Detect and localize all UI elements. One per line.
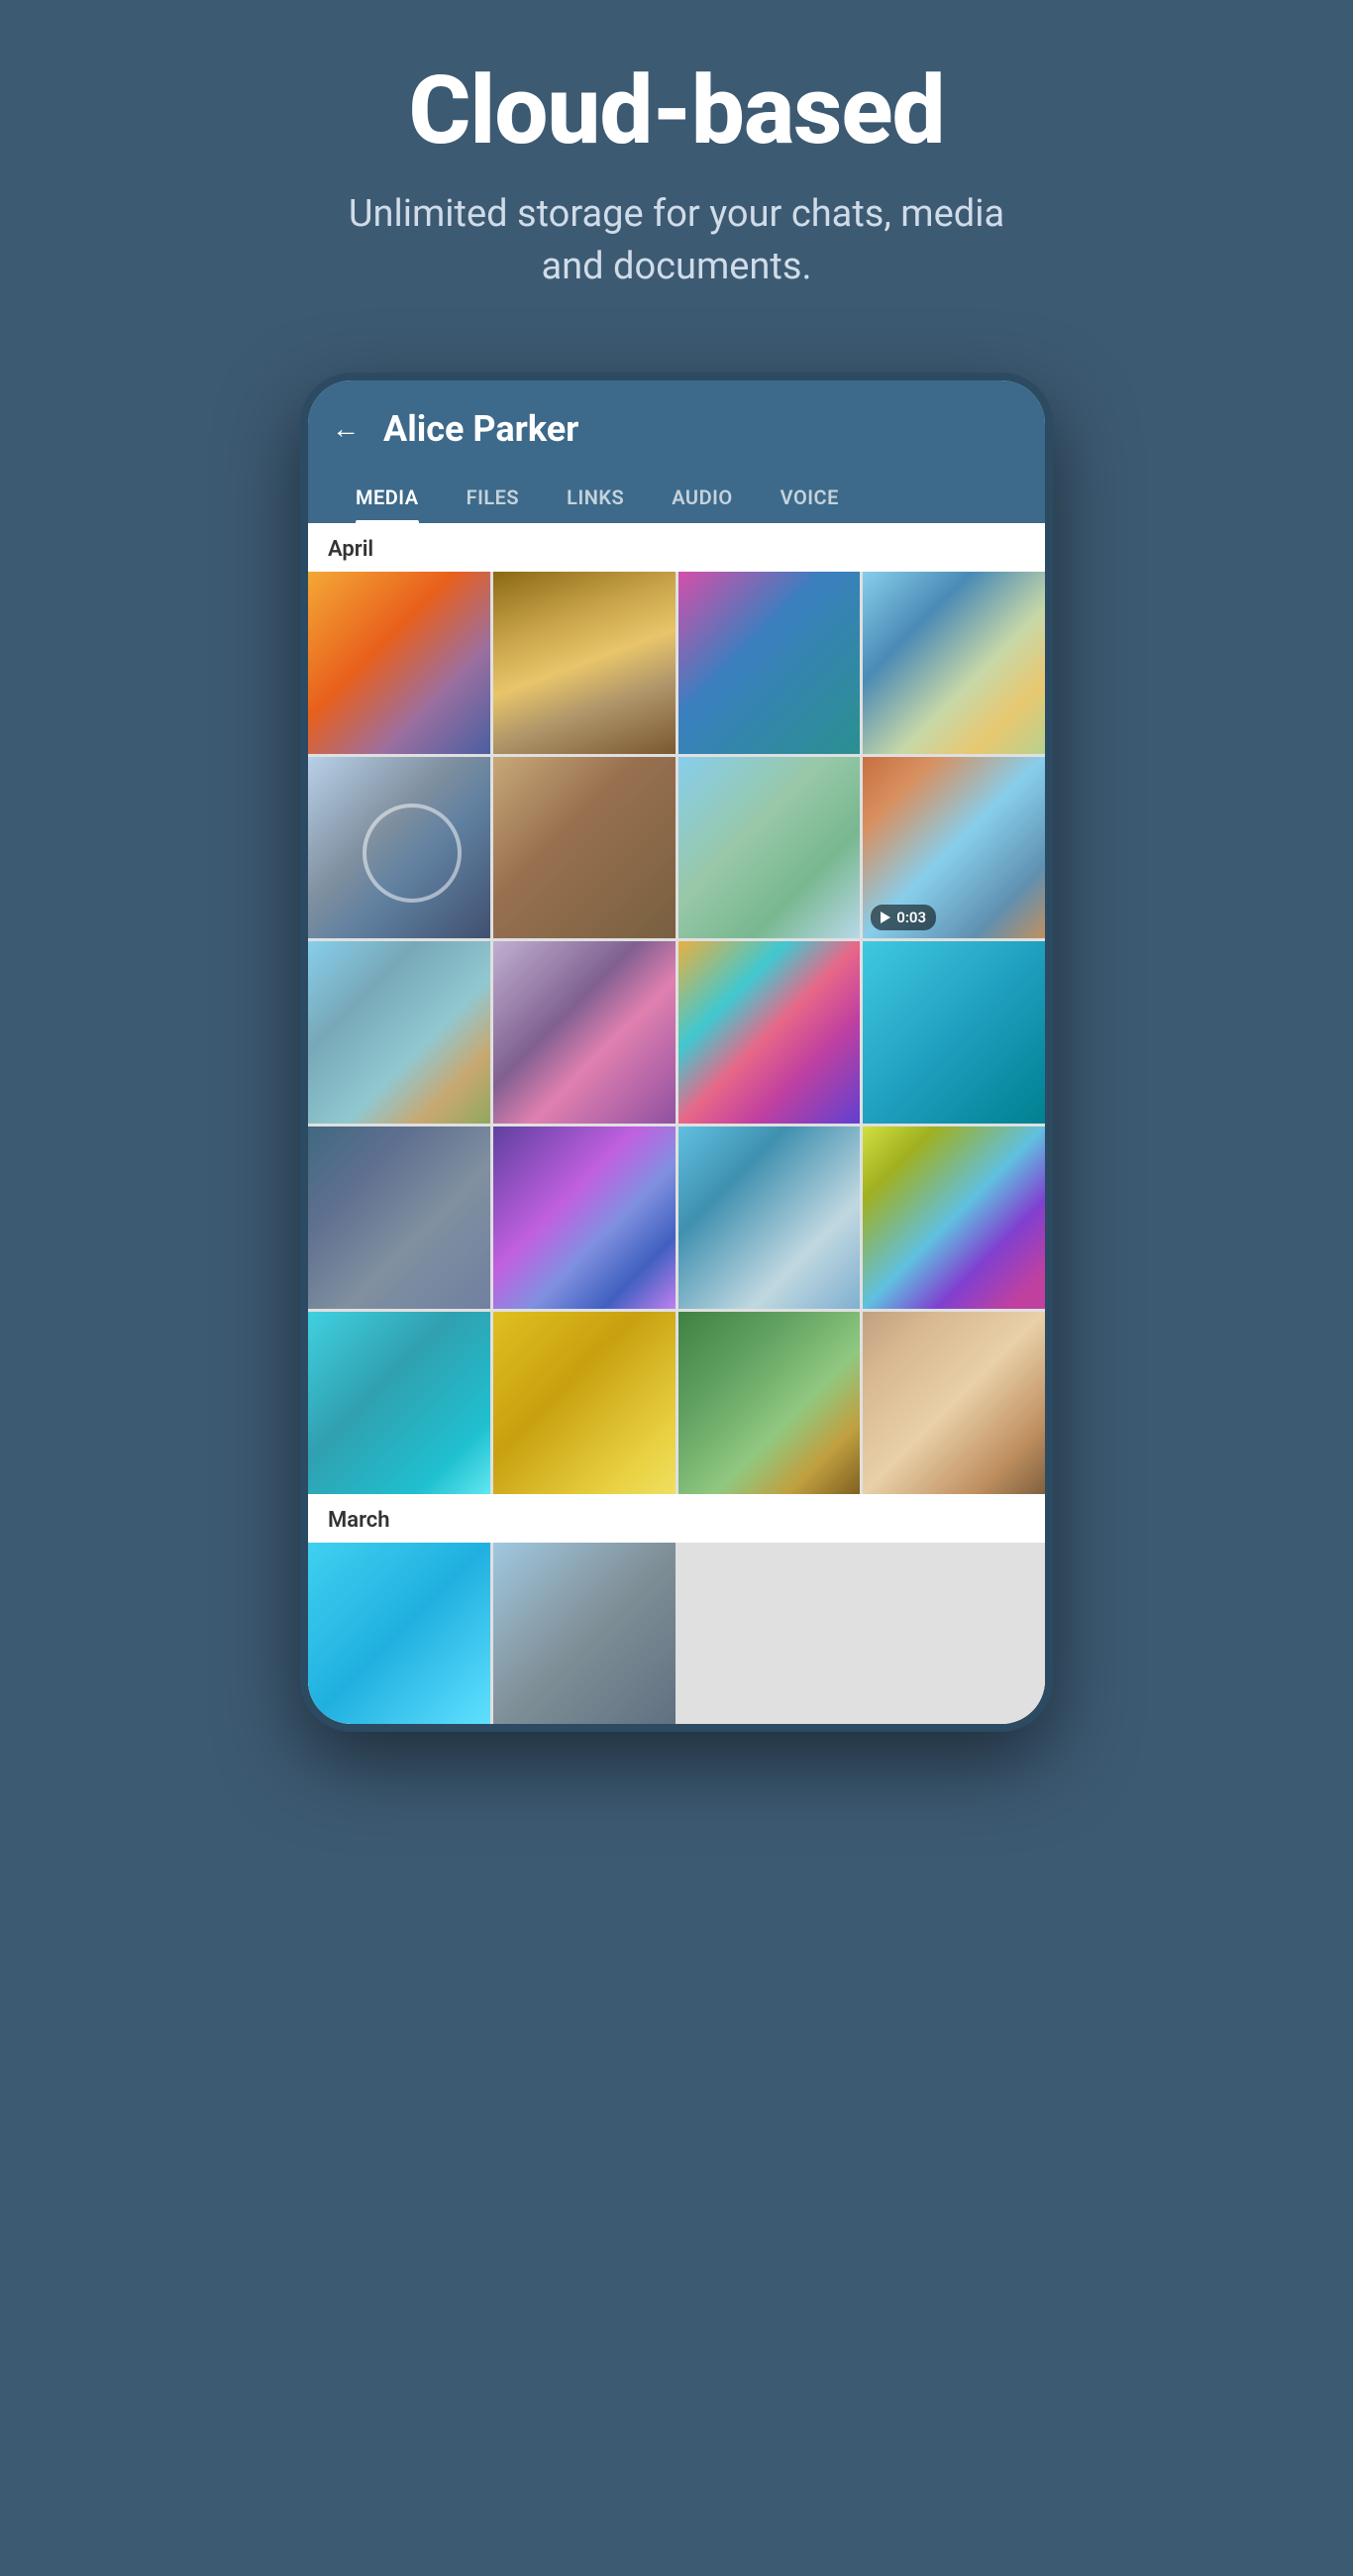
list-item[interactable] xyxy=(678,757,861,939)
march-photo-grid xyxy=(308,1543,1045,1725)
list-item[interactable] xyxy=(308,757,490,939)
tab-media[interactable]: MEDIA xyxy=(332,474,443,523)
list-item[interactable] xyxy=(678,1127,861,1309)
phone-screen: ← Alice Parker MEDIA FILES LINKS AUDIO V… xyxy=(308,380,1045,1725)
list-item[interactable] xyxy=(863,1312,1045,1494)
list-item[interactable] xyxy=(493,1312,676,1494)
back-button[interactable]: ← xyxy=(332,412,360,445)
hero-title: Cloud-based xyxy=(409,59,945,164)
play-icon xyxy=(881,912,890,923)
list-item[interactable] xyxy=(493,941,676,1124)
list-item[interactable] xyxy=(863,1127,1045,1309)
tab-links[interactable]: LINKS xyxy=(543,474,648,523)
list-item[interactable] xyxy=(308,1127,490,1309)
app-header: ← Alice Parker MEDIA FILES LINKS AUDIO V… xyxy=(308,380,1045,523)
list-item[interactable] xyxy=(678,1312,861,1494)
media-tabs: MEDIA FILES LINKS AUDIO VOICE xyxy=(332,474,1021,523)
list-item[interactable] xyxy=(678,941,861,1124)
list-item[interactable] xyxy=(863,572,1045,754)
list-item[interactable] xyxy=(863,941,1045,1124)
tab-audio[interactable]: AUDIO xyxy=(648,474,756,523)
list-item[interactable] xyxy=(308,1543,490,1725)
list-item[interactable] xyxy=(308,572,490,754)
list-item[interactable] xyxy=(308,941,490,1124)
chat-name: Alice Parker xyxy=(383,408,578,450)
april-photo-grid: 0:03 xyxy=(308,572,1045,1494)
video-duration-badge: 0:03 xyxy=(871,905,936,930)
list-item[interactable] xyxy=(678,572,861,754)
phone-mockup: ← Alice Parker MEDIA FILES LINKS AUDIO V… xyxy=(300,373,1053,1733)
list-item[interactable] xyxy=(493,1543,676,1725)
list-item[interactable] xyxy=(493,757,676,939)
list-item[interactable]: 0:03 xyxy=(863,757,1045,939)
list-item[interactable] xyxy=(308,1312,490,1494)
tab-files[interactable]: FILES xyxy=(443,474,544,523)
month-label-march: March xyxy=(308,1494,1045,1543)
content-area: April xyxy=(308,523,1045,1725)
tab-voice[interactable]: VOICE xyxy=(757,474,863,523)
list-item[interactable] xyxy=(493,1127,676,1309)
month-label-april: April xyxy=(308,523,1045,572)
list-item[interactable] xyxy=(493,572,676,754)
hero-subtitle: Unlimited storage for your chats, media … xyxy=(330,188,1023,293)
